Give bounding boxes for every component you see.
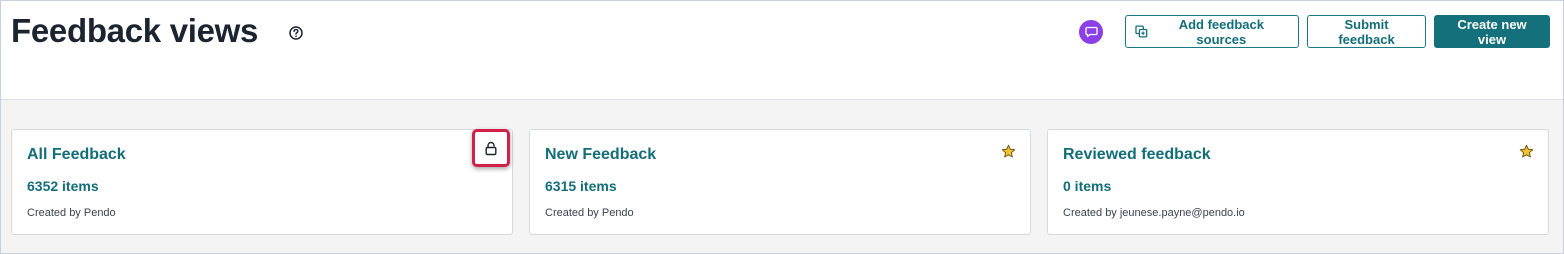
create-new-view-button[interactable]: Create new view [1434,15,1550,48]
view-card-new-feedback[interactable]: New Feedback 6315 items Created by Pendo [529,129,1031,235]
view-created-by: Created by Pendo [27,207,116,219]
page-header: Feedback views Add feedback sources Subm… [1,1,1563,100]
lock-button[interactable] [472,129,510,167]
copy-stack-icon [1135,25,1148,38]
chat-bubble-icon[interactable] [1079,19,1103,44]
star-icon[interactable] [1519,144,1534,159]
view-title[interactable]: Reviewed feedback [1063,146,1211,164]
view-title[interactable]: All Feedback [27,146,126,164]
submit-feedback-label: Submit feedback [1338,16,1395,47]
add-feedback-sources-button[interactable]: Add feedback sources [1125,15,1299,48]
view-card-all-feedback[interactable]: All Feedback 6352 items Created by Pendo [11,129,513,235]
header-actions: Add feedback sources Submit feedback Cre… [1079,15,1550,48]
help-icon[interactable] [289,26,303,40]
add-feedback-sources-label: Add feedback sources [1178,16,1264,47]
view-created-by: Created by jeunese.payne@pendo.io [1063,207,1245,219]
view-count: 6315 items [545,178,617,194]
star-icon[interactable] [1001,144,1016,159]
create-new-view-label: Create new view [1457,16,1527,47]
lock-icon [485,141,497,155]
view-count: 0 items [1063,178,1112,194]
view-card-reviewed-feedback[interactable]: Reviewed feedback 0 items Created by jeu… [1047,129,1549,235]
submit-feedback-button[interactable]: Submit feedback [1307,15,1426,48]
view-title[interactable]: New Feedback [545,146,656,164]
view-created-by: Created by Pendo [545,207,634,219]
views-grid: All Feedback 6352 items Created by Pendo… [1,100,1563,253]
chat-bubble-glyph [1084,26,1098,37]
app-frame: Feedback views Add feedback sources Subm… [0,0,1564,254]
view-count: 6352 items [27,178,99,194]
page-title: Feedback views [11,12,259,49]
